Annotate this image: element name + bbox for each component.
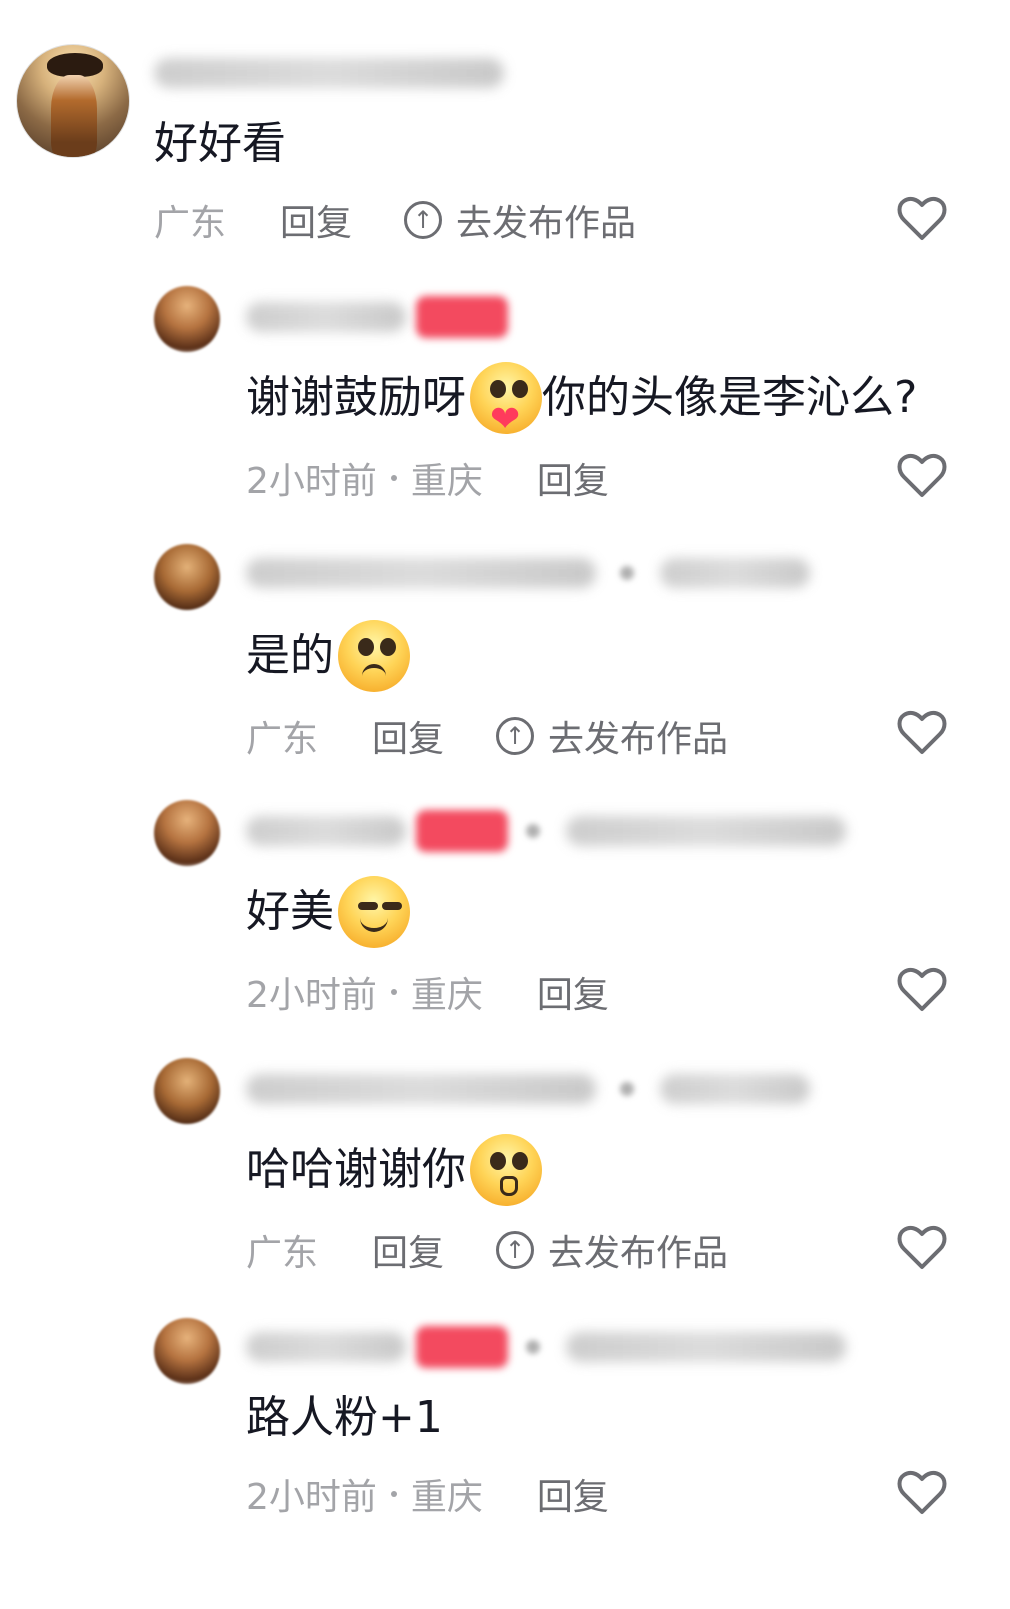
upload-circle-icon: ↑ (496, 717, 535, 755)
reply-button[interactable]: 回复 (372, 710, 444, 762)
comment-text-content: 好美 (246, 886, 334, 937)
publish-work-button[interactable]: ↑ 去发布作品 (496, 1224, 728, 1276)
location-label: 重庆 (410, 461, 483, 502)
pleading-heart-emoji-icon (470, 362, 542, 448)
reply-button[interactable]: 回复 (372, 1224, 444, 1276)
comment-meta: 广东 回复 ↑ 去发布作品 (154, 194, 636, 246)
separator-dot (390, 475, 397, 481)
comment-text: 是的 (246, 620, 410, 692)
comment-text-content: 是的 (246, 630, 334, 681)
comment-meta: 广东 回复 ↑ 去发布作品 (246, 1224, 728, 1276)
username-blurred[interactable] (246, 1332, 406, 1362)
location-label: 广东 (154, 203, 227, 244)
avatar[interactable] (154, 800, 220, 866)
heart-outline-icon[interactable] (896, 710, 948, 756)
location-label: 广东 (246, 719, 319, 760)
publish-work-label: 去发布作品 (548, 719, 729, 760)
comment-text-content: 路人粉+1 (246, 1392, 443, 1443)
heart-outline-icon[interactable] (896, 1225, 948, 1271)
location-label: 重庆 (410, 1477, 483, 1518)
username-blurred[interactable] (246, 1074, 596, 1104)
separator-dot (390, 1491, 397, 1497)
reply-button[interactable]: 回复 (537, 452, 609, 504)
username-blurred[interactable] (660, 1074, 810, 1104)
reply-button[interactable]: 回复 (537, 1468, 609, 1520)
heart-outline-icon[interactable] (896, 196, 948, 242)
comment-text: 哈哈谢谢你 (246, 1134, 542, 1206)
comment-text-continued: 你的头像是李沁么? (542, 372, 918, 423)
author-badge (416, 296, 508, 338)
heart-outline-icon[interactable] (896, 967, 948, 1013)
username-blurred[interactable] (660, 558, 810, 588)
time-label: 2小时前 (246, 975, 377, 1016)
comment-text: 路人粉+1 (246, 1390, 443, 1446)
publish-work-button[interactable]: ↑ 去发布作品 (496, 710, 728, 762)
comment-text: 好好看 (154, 116, 286, 172)
avatar[interactable] (16, 44, 130, 158)
reply-arrow-blurred (620, 566, 634, 580)
separator-dot (390, 989, 397, 995)
comment-meta: 2小时前 重庆 回复 (246, 452, 609, 504)
smirk-face-emoji-icon (338, 876, 410, 948)
avatar[interactable] (154, 1058, 220, 1124)
username-blurred[interactable] (154, 58, 504, 88)
username-blurred[interactable] (246, 302, 406, 332)
upload-circle-icon: ↑ (496, 1231, 535, 1269)
avatar[interactable] (154, 544, 220, 610)
comment-text: 谢谢鼓励呀 你的头像是李沁么? (246, 362, 918, 448)
avatar[interactable] (154, 1318, 220, 1384)
username-blurred[interactable] (566, 1332, 846, 1362)
author-badge (416, 1326, 508, 1368)
reply-arrow-blurred (620, 1082, 634, 1096)
comment-meta: 2小时前 重庆 回复 (246, 966, 609, 1018)
pleading-face-emoji-icon (338, 620, 410, 692)
time-label: 2小时前 (246, 461, 377, 502)
upload-circle-icon: ↑ (404, 201, 443, 239)
publish-work-label: 去发布作品 (548, 1233, 729, 1274)
kissing-face-emoji-icon (470, 1134, 542, 1206)
username-blurred[interactable] (566, 816, 846, 846)
comment-meta: 2小时前 重庆 回复 (246, 1468, 609, 1520)
time-label: 2小时前 (246, 1477, 377, 1518)
location-label: 重庆 (410, 975, 483, 1016)
comment-text-content: 谢谢鼓励呀 (246, 372, 466, 423)
comment-text-content: 哈哈谢谢你 (246, 1144, 466, 1195)
reply-button[interactable]: 回复 (280, 194, 352, 246)
comment-meta: 广东 回复 ↑ 去发布作品 (246, 710, 728, 762)
reply-button[interactable]: 回复 (537, 966, 609, 1018)
publish-work-label: 去发布作品 (456, 203, 637, 244)
author-badge (416, 810, 508, 852)
heart-outline-icon[interactable] (896, 453, 948, 499)
location-label: 广东 (246, 1233, 319, 1274)
reply-arrow-blurred (526, 1340, 540, 1354)
heart-outline-icon[interactable] (896, 1470, 948, 1516)
avatar[interactable] (154, 286, 220, 352)
reply-arrow-blurred (526, 824, 540, 838)
username-blurred[interactable] (246, 558, 596, 588)
publish-work-button[interactable]: ↑ 去发布作品 (404, 194, 636, 246)
comment-text: 好美 (246, 876, 410, 948)
username-blurred[interactable] (246, 816, 406, 846)
comment-text-content: 好好看 (154, 118, 286, 169)
